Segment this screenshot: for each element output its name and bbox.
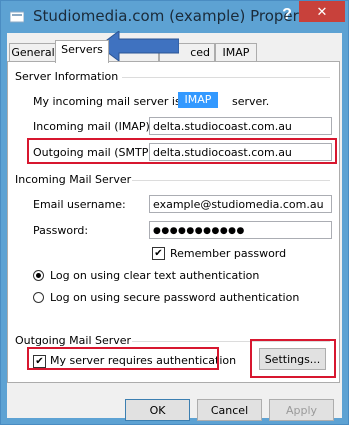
servers-tab-panel: Server Information My incoming mail serv… [7, 61, 340, 383]
email-username-label: Email username: [33, 198, 126, 211]
incoming-mail-label: Incoming mail (IMAP): [33, 120, 154, 133]
cancel-button[interactable]: Cancel [197, 399, 262, 421]
remember-password-label[interactable]: Remember password [170, 247, 286, 260]
secure-password-auth-radio[interactable] [33, 292, 44, 303]
clear-text-auth-label[interactable]: Log on using clear text authentication [50, 269, 259, 282]
incoming-mail-input[interactable]: delta.studiocoast.com.au [149, 117, 332, 135]
secure-password-auth-label[interactable]: Log on using secure password authenticat… [50, 291, 299, 304]
title-bar[interactable]: Studiomedia.com (example) Properties ? ✕ [1, 1, 348, 33]
outgoing-mail-highlight [27, 138, 337, 164]
help-button[interactable]: ? [278, 4, 296, 26]
tab-imap[interactable]: IMAP [215, 43, 257, 62]
clear-text-auth-radio[interactable] [33, 270, 44, 281]
group-divider [132, 180, 330, 181]
server-type-prefix: My incoming mail server is a [33, 95, 191, 108]
settings-button-highlight [250, 339, 336, 378]
apply-button[interactable]: Apply [269, 399, 334, 421]
group-divider [122, 77, 330, 78]
dialog-body: General Servers S ced IMAP Server Inform… [7, 33, 342, 421]
password-input[interactable]: ●●●●●●●●●●● [149, 221, 332, 239]
incoming-server-heading: Incoming Mail Server [15, 173, 132, 186]
tab-servers[interactable]: Servers [55, 40, 109, 63]
ok-button[interactable]: OK [125, 399, 190, 421]
annotation-arrow-icon [99, 31, 179, 61]
properties-window: Studiomedia.com (example) Properties ? ✕… [0, 0, 349, 425]
outgoing-server-heading: Outgoing Mail Server [15, 334, 132, 347]
email-username-input[interactable]: example@studiomedia.com.au [149, 195, 332, 213]
remember-password-checkbox[interactable]: ✔ [152, 247, 165, 260]
server-information-heading: Server Information [15, 70, 119, 83]
mail-account-icon [10, 11, 24, 23]
server-type-suffix: server. [232, 95, 270, 108]
requires-auth-highlight [27, 347, 219, 370]
password-label: Password: [33, 224, 89, 237]
server-type-value: IMAP [178, 92, 218, 108]
close-button[interactable]: ✕ [299, 1, 345, 22]
tab-general[interactable]: General [9, 43, 57, 62]
